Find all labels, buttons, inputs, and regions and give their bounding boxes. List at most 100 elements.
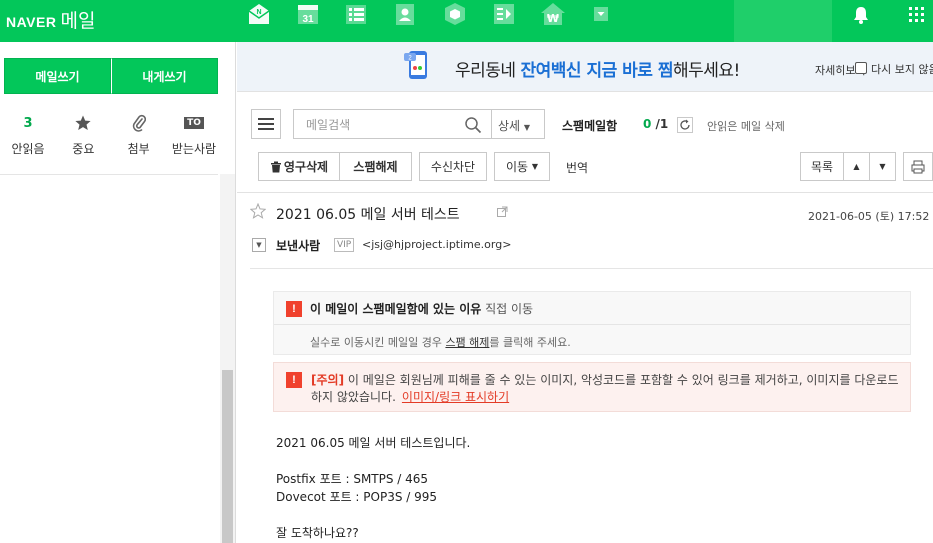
chevron-up-icon: ▲: [853, 162, 860, 171]
service-name: 메일: [60, 10, 96, 32]
quick-important-label: 중요: [72, 142, 95, 156]
no-show-label[interactable]: 다시 보지 않음: [871, 61, 933, 77]
sender-label: 보낸사람: [276, 239, 321, 253]
chevron-down-icon: ▼: [531, 162, 539, 171]
print-button[interactable]: [903, 152, 933, 181]
no-show-checkbox[interactable]: [855, 62, 867, 74]
reason-divider: [274, 324, 910, 325]
mail-subject: 2021 06.05 메일 서버 테스트: [276, 207, 460, 223]
star-icon: [75, 115, 91, 130]
sender-toggle[interactable]: ▼: [252, 238, 266, 252]
write-to-self-button[interactable]: 내게쓰기: [111, 58, 218, 94]
show-images-link[interactable]: 이미지/링크 표시하기: [402, 390, 509, 404]
header-divider: [250, 268, 933, 269]
quick-unread-label: 안읽음: [11, 142, 45, 156]
spam-reason-title: 이 메일이 스팸메일함에 있는 이유: [310, 302, 482, 316]
chevron-down-icon: ▼: [523, 123, 531, 132]
compose-row: 메일쓰기 내게쓰기: [4, 58, 218, 94]
mail-body: 2021 06.05 메일 서버 테스트입니다. Postfix 포트 : SM…: [276, 434, 470, 542]
spam-reason-detail: 직접 이동: [485, 302, 534, 316]
more-apps-icon[interactable]: [588, 0, 614, 28]
permanent-delete-label: 영구삭제: [283, 160, 329, 174]
list-button[interactable]: 목록: [800, 152, 844, 181]
unspam-button[interactable]: 스팸해제: [340, 152, 412, 181]
svg-text:31: 31: [302, 14, 314, 25]
naver-mail-logo[interactable]: NAVER 메일: [6, 6, 95, 33]
user-profile-area[interactable]: [734, 0, 832, 42]
quick-to-me-label: 받는사람: [171, 142, 217, 156]
previous-mail-button[interactable]: ▲: [843, 152, 870, 181]
unread-count: 3: [23, 115, 33, 131]
spam-hint-post: 를 클릭해 주세요.: [489, 336, 571, 349]
folder-unread-count: 0: [643, 117, 652, 131]
quick-unread[interactable]: 3 안읽음: [4, 112, 52, 157]
spam-reason-box: ! 이 메일이 스팸메일함에 있는 이유 직접 이동 실수로 이동시킨 메일일 …: [273, 291, 911, 355]
sidebar-scroll-thumb[interactable]: [222, 370, 233, 543]
exclamation-icon: !: [286, 301, 302, 317]
quick-attachment-label: 첨부: [127, 142, 150, 156]
ad-banner[interactable]: 2 우리동네 잔여백신 지금 바로 찜해두세요! 자세히보기 다시 보지 않음: [237, 42, 933, 92]
quick-attachment[interactable]: 첨부: [115, 112, 163, 157]
mail-app-icon[interactable]: N: [246, 0, 272, 28]
body-line: Dovecot 포트 : POP3S / 995: [276, 490, 438, 504]
folder-total-count: /1: [655, 117, 669, 131]
naver-logo: NAVER: [6, 14, 57, 30]
to-badge-icon: TO: [184, 117, 204, 129]
contacts-app-icon[interactable]: [392, 0, 418, 28]
open-new-window-icon[interactable]: [497, 206, 508, 220]
security-warning-box: ! [주의] 이 메일은 회원님께 피해를 줄 수 있는 이미지, 악성코드를 …: [273, 362, 911, 412]
banner-text: 우리동네 잔여백신 지금 바로 찜해두세요!: [455, 56, 740, 81]
box-app-icon[interactable]: [442, 0, 468, 28]
detail-search-label: 상세: [498, 119, 521, 133]
warning-tag: [주의]: [311, 373, 345, 387]
refresh-icon: [680, 119, 690, 130]
body-line: 2021 06.05 메일 서버 테스트입니다.: [276, 436, 471, 450]
warning-text: 이 메일은 회원님께 피해를 줄 수 있는 이미지, 악성코드를 포함할 수 있…: [311, 373, 899, 404]
search-input[interactable]: 메일검색: [306, 116, 350, 133]
refresh-button[interactable]: [677, 117, 693, 133]
list-app-icon[interactable]: [343, 0, 369, 28]
search-icon[interactable]: [464, 116, 482, 137]
body-line: Postfix 포트 : SMTPS / 465: [276, 472, 429, 486]
move-label: 이동: [505, 160, 529, 174]
spam-hint-pre: 실수로 이동시킨 메일일 경우: [310, 336, 446, 349]
grid-menu-icon[interactable]: [908, 6, 926, 24]
search-box[interactable]: 메일검색 상세 ▼: [293, 109, 545, 139]
mail-date: 2021-06-05 (토) 17:52: [808, 210, 930, 223]
quick-important[interactable]: 중요: [59, 112, 107, 157]
svg-text:₩: ₩: [547, 12, 559, 25]
chevron-down-icon: ▼: [256, 241, 262, 249]
memo-app-icon[interactable]: [491, 0, 517, 28]
move-dropdown[interactable]: 이동 ▼: [494, 152, 550, 181]
sidebar-scrollbar[interactable]: [220, 174, 235, 543]
sender-address[interactable]: <jsj@hjproject.iptime.org>: [362, 238, 511, 251]
delete-unread-link[interactable]: 안읽은 메일 삭제: [707, 118, 785, 134]
block-sender-button[interactable]: 수신차단: [419, 152, 487, 181]
important-star-icon[interactable]: [249, 202, 267, 222]
svg-text:N: N: [256, 9, 261, 16]
paperclip-icon: [132, 114, 146, 132]
vip-badge[interactable]: VIP: [334, 238, 355, 252]
household-app-icon[interactable]: ₩: [540, 0, 566, 28]
sidebar-divider: [0, 174, 218, 175]
trash-icon: [270, 161, 281, 172]
top-bar: NAVER 메일 N 31 ₩: [0, 0, 933, 42]
chevron-down-icon: ▼: [879, 162, 886, 171]
sidebar: 메일쓰기 내게쓰기 3 안읽음 중요 첨부 TO 받는사람: [0, 42, 236, 543]
spam-reason: 이 메일이 스팸메일함에 있는 이유 직접 이동: [310, 300, 533, 317]
permanent-delete-button[interactable]: 영구삭제: [258, 152, 340, 181]
translate-link[interactable]: 번역: [566, 159, 588, 176]
write-mail-button[interactable]: 메일쓰기: [4, 58, 111, 94]
security-warning: [주의] 이 메일은 회원님께 피해를 줄 수 있는 이미지, 악성코드를 포함…: [311, 372, 903, 406]
banner-text-pre: 우리동네: [455, 61, 521, 81]
next-mail-button[interactable]: ▼: [869, 152, 896, 181]
calendar-app-icon[interactable]: 31: [295, 0, 321, 28]
vaccine-phone-icon: 2: [403, 50, 433, 80]
bell-icon[interactable]: [850, 4, 872, 26]
quick-to-me[interactable]: TO 받는사람: [170, 112, 218, 157]
hamburger-icon: [258, 118, 274, 130]
menu-button[interactable]: [251, 109, 281, 139]
detail-search-dropdown[interactable]: 상세 ▼: [498, 117, 530, 134]
unspam-link[interactable]: 스팸 해제: [445, 336, 489, 349]
toolbar-divider: [237, 192, 933, 193]
